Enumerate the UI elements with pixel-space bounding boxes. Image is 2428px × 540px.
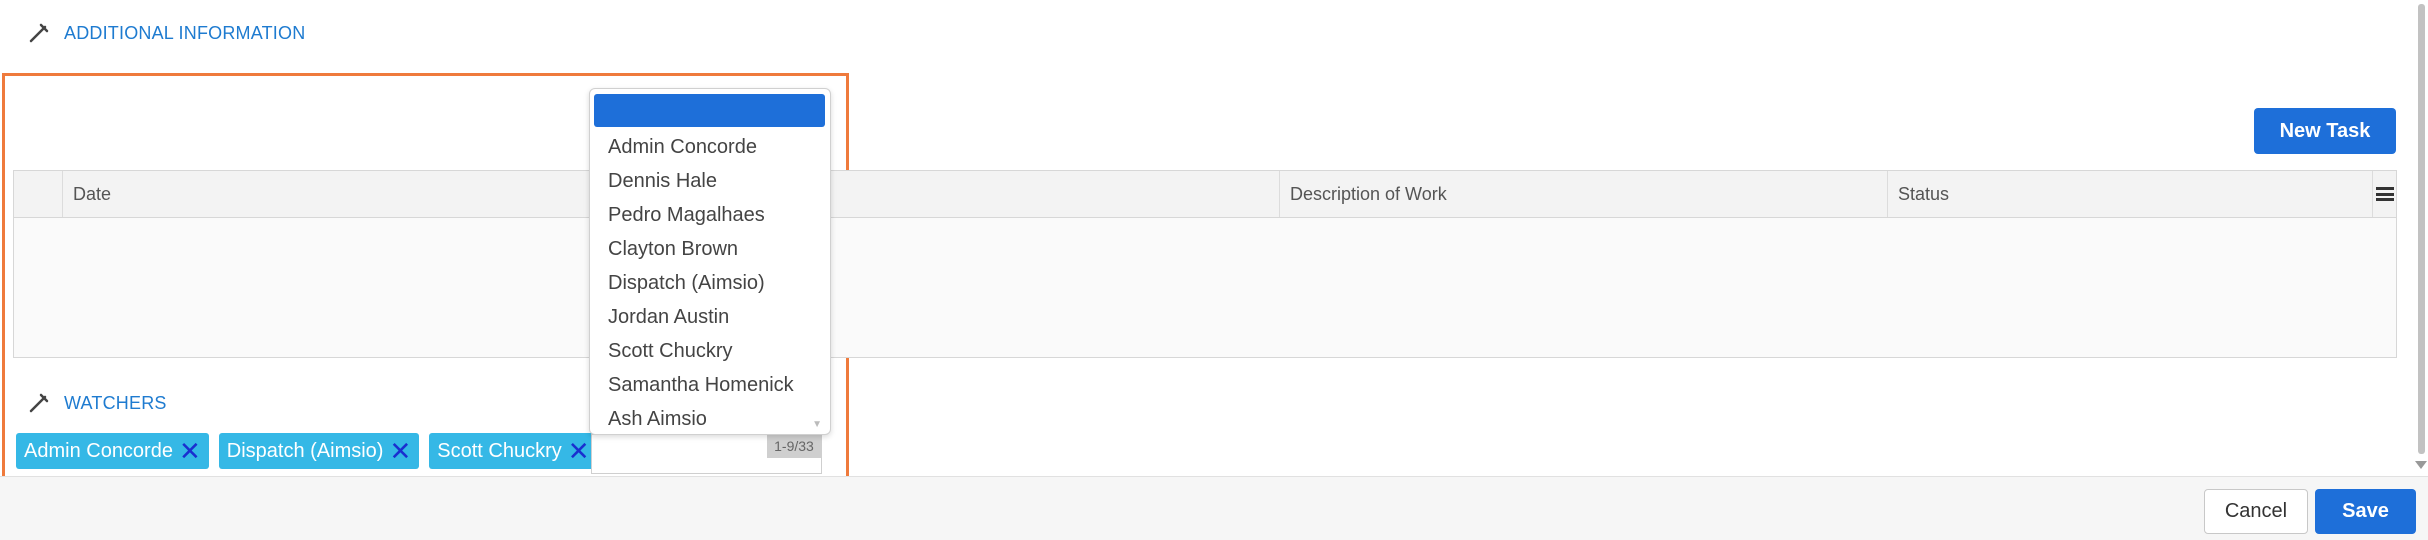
column-description[interactable]: Description of Work [1280,171,1888,217]
column-menu-button[interactable] [2373,171,2396,217]
grid-header: Date Description of Work Status [14,171,2396,218]
dropdown-options: Admin Concorde Dennis Hale Pedro Magalha… [608,130,794,436]
hamburger-icon [2375,187,2394,201]
watcher-chips: Admin Concorde ✕ Dispatch (Aimsio) ✕ Sco… [16,433,598,469]
dropdown-option[interactable]: Samantha Homenick [608,368,794,402]
scroll-down-icon[interactable]: ▼ [812,419,822,430]
column-status[interactable]: Status [1888,171,2373,217]
remove-watcher-icon[interactable]: ✕ [389,438,411,464]
dropdown-option[interactable]: Ash Aimsio [608,402,794,436]
watcher-chip-label: Dispatch (Aimsio) [226,439,384,462]
dropdown-option[interactable]: Dennis Hale [608,164,794,198]
watcher-chip-label: Scott Chuckry [437,439,562,462]
additional-info-header[interactable]: ADDITIONAL INFORMATION [28,22,305,44]
save-button[interactable]: Save [2315,489,2416,534]
results-counter: 1-9/33 [767,434,821,458]
watchers-header[interactable]: WATCHERS [28,392,167,414]
watcher-chip-label: Admin Concorde [24,439,173,462]
dropdown-option[interactable]: Scott Chuckry [608,334,794,368]
additional-info-title: ADDITIONAL INFORMATION [64,22,306,43]
remove-watcher-icon[interactable]: ✕ [179,438,201,464]
remove-watcher-icon[interactable]: ✕ [568,438,590,464]
cancel-button[interactable]: Cancel [2204,489,2308,534]
new-task-button[interactable]: New Task [2254,108,2396,154]
watcher-chip: Scott Chuckry ✕ [429,433,598,469]
watcher-chip: Admin Concorde ✕ [16,433,209,469]
dropdown-option[interactable]: Admin Concorde [608,130,794,164]
select-all-column[interactable] [14,171,63,217]
page-scrollbar[interactable] [2414,0,2428,471]
footer-bar [0,476,2428,540]
watchers-title: WATCHERS [64,392,167,413]
scroll-down-arrow-icon[interactable] [2415,461,2427,469]
watcher-dropdown[interactable]: Admin Concorde Dennis Hale Pedro Magalha… [589,88,831,435]
dropdown-highlight-bar[interactable] [594,94,825,127]
scrollbar-thumb[interactable] [2418,4,2425,454]
dropdown-option[interactable]: Dispatch (Aimsio) [608,266,794,300]
pin-icon [29,23,49,43]
dropdown-option[interactable]: Jordan Austin [608,300,794,334]
dropdown-option[interactable]: Clayton Brown [608,232,794,266]
dropdown-option[interactable]: Pedro Magalhaes [608,198,794,232]
watcher-chip: Dispatch (Aimsio) ✕ [218,433,420,469]
pin-icon [29,393,49,413]
task-grid: Date Description of Work Status [13,170,2397,358]
